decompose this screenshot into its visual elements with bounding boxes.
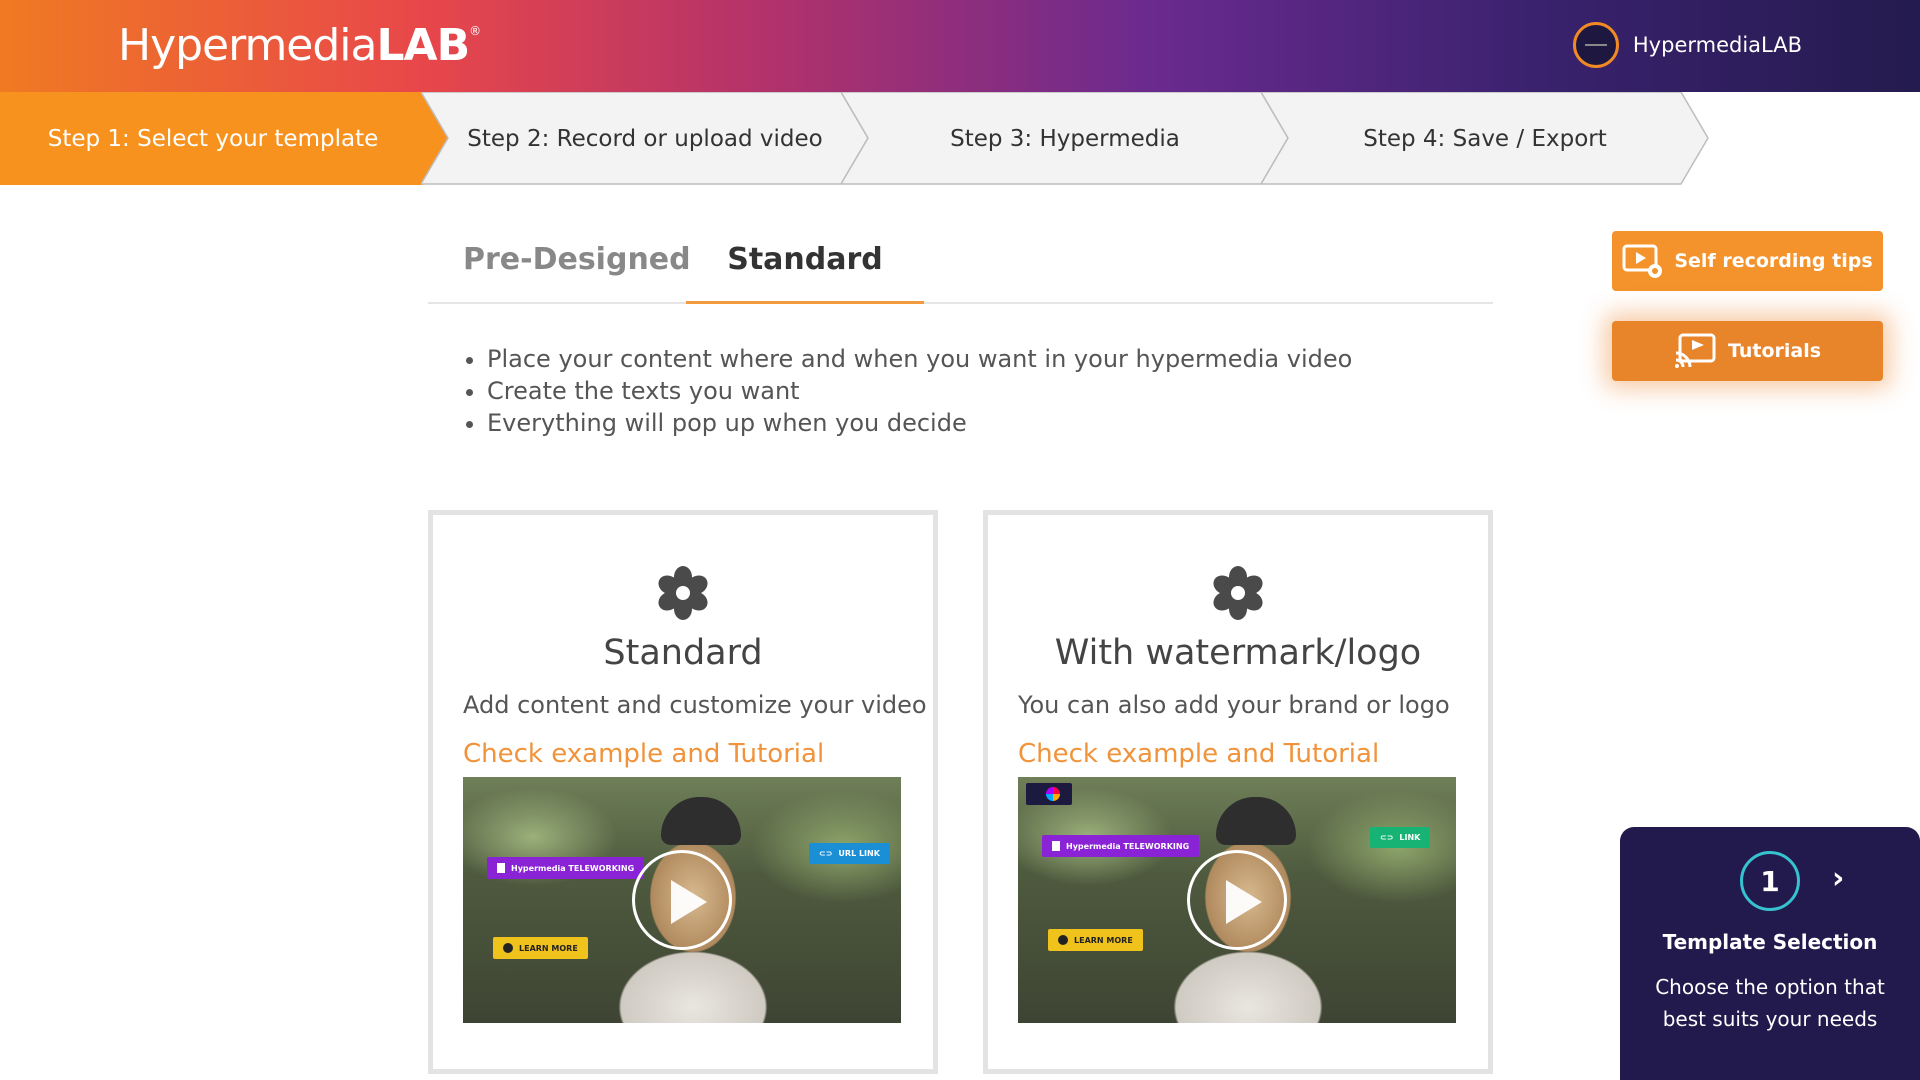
card-title: With watermark/logo [1054, 633, 1422, 673]
hypermedia-lab-logo[interactable]: HypermediaLAB® [118, 20, 481, 71]
logo-registered-mark: ® [469, 24, 481, 38]
video-thumbnail[interactable]: Hypermedia TELEWORKING ⊂⊃ URL LINK LEARN … [463, 777, 901, 1023]
step-number-badge: 1 [1740, 851, 1800, 911]
guide-text: Choose the option that best suits your n… [1655, 975, 1885, 1031]
thumbnail-cap [661, 797, 741, 845]
app-header: HypermediaLAB® HypermediaLAB [0, 0, 1920, 92]
card-description: Add content and customize your video [463, 691, 927, 719]
card-description: You can also add your brand or logo [1018, 691, 1450, 719]
tutorials-button[interactable]: Tutorials [1612, 321, 1883, 381]
step-label: Step 2: Record or upload video [467, 125, 823, 152]
card-title: Standard [603, 633, 763, 673]
overlay-learn-more-chip: LEARN MORE [1048, 929, 1143, 951]
onboarding-guide: 1 › Template Selection Choose the option… [1620, 827, 1920, 1080]
logo-text-bold: LAB [376, 20, 471, 71]
overlay-doc-chip: Hypermedia TELEWORKING [487, 857, 645, 879]
tab-pre-designed[interactable]: Pre-Designed [463, 242, 691, 302]
button-label: Self recording tips [1674, 250, 1873, 272]
flower-icon [1213, 566, 1263, 620]
play-icon[interactable] [1187, 850, 1287, 950]
template-card-watermark[interactable]: With watermark/logo You can also add you… [983, 510, 1493, 1074]
wizard-steps: Step 1: Select your template Step 2: Rec… [0, 92, 1920, 185]
play-icon[interactable] [632, 850, 732, 950]
template-card-standard[interactable]: Standard Add content and customize your … [428, 510, 938, 1074]
step-3-hypermedia[interactable]: Step 3: Hypermedia [841, 92, 1289, 185]
step-4-save-export[interactable]: Step 4: Save / Export [1261, 92, 1709, 185]
user-name: HypermediaLAB [1632, 33, 1802, 57]
feature-list: Place your content where and when you wa… [487, 343, 1352, 439]
overlay-link-chip: ⊂⊃ LINK [1370, 827, 1431, 848]
guide-title: Template Selection [1662, 930, 1878, 954]
watermark-logo [1026, 783, 1072, 805]
logo-text: Hypermedia [118, 20, 377, 71]
check-example-link[interactable]: Check example and Tutorial [463, 739, 824, 769]
tab-standard[interactable]: Standard [686, 242, 924, 304]
user-menu[interactable]: HypermediaLAB [1572, 22, 1802, 68]
step-2-record-upload[interactable]: Step 2: Record or upload video [421, 92, 869, 185]
button-label: Tutorials [1727, 340, 1822, 362]
check-example-link[interactable]: Check example and Tutorial [1018, 739, 1379, 769]
video-thumbnail[interactable]: Hypermedia TELEWORKING ⊂⊃ LINK LEARN MORE [1018, 777, 1456, 1023]
step-1-select-template[interactable]: Step 1: Select your template [0, 92, 450, 185]
overlay-doc-chip: Hypermedia TELEWORKING [1042, 835, 1200, 857]
avatar[interactable] [1572, 22, 1619, 68]
overlay-url-chip: ⊂⊃ URL LINK [809, 843, 890, 864]
step-label: Step 1: Select your template [47, 125, 379, 152]
chevron-right-icon[interactable]: › [1832, 861, 1844, 896]
template-tabs: Pre-Designed Standard [428, 230, 1493, 304]
video-settings-icon [1622, 244, 1663, 278]
step-label: Step 4: Save / Export [1363, 125, 1607, 152]
list-item: Everything will pop up when you decide [487, 407, 1352, 439]
flower-icon [658, 566, 708, 620]
overlay-learn-more-chip: LEARN MORE [493, 937, 588, 959]
self-recording-tips-button[interactable]: Self recording tips [1612, 231, 1883, 291]
cast-tutorial-icon [1674, 333, 1716, 368]
step-label: Step 3: Hypermedia [950, 125, 1180, 152]
list-item: Create the texts you want [487, 375, 1352, 407]
list-item: Place your content where and when you wa… [487, 343, 1352, 375]
thumbnail-cap [1216, 797, 1296, 845]
